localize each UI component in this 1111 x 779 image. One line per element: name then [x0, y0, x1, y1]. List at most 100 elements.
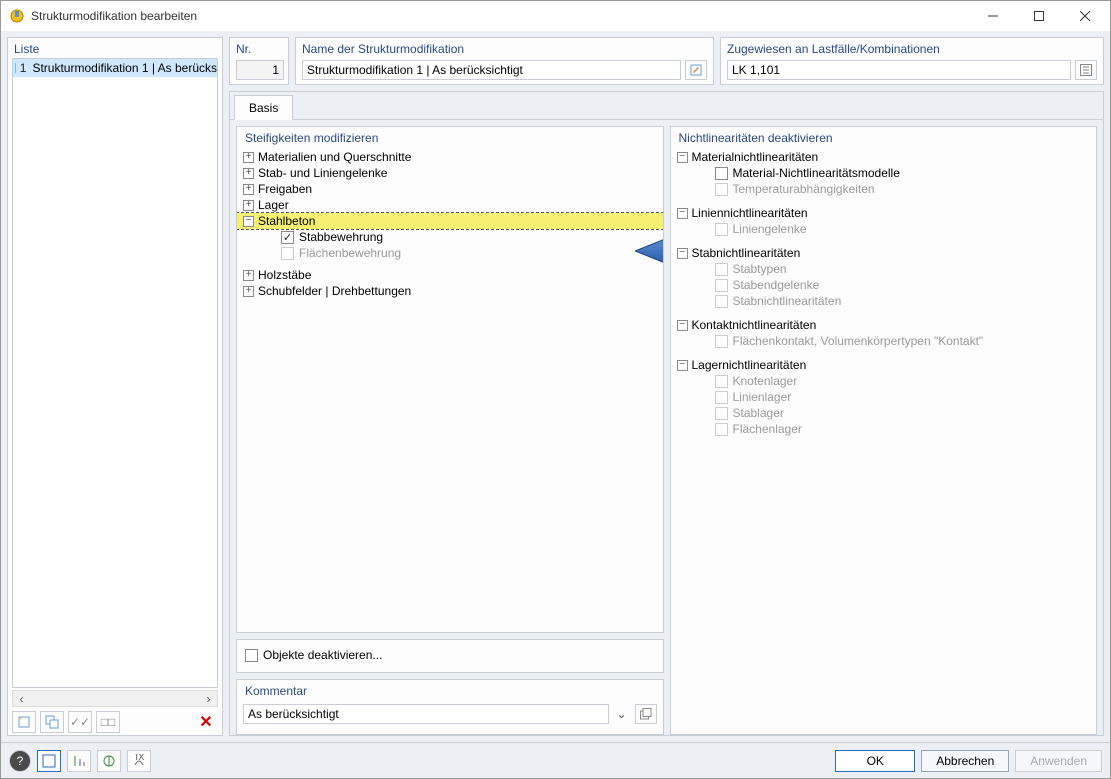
stiffness-group: Steifigkeiten modifizieren +Materialien … [236, 126, 664, 633]
checkbox-obj-deactivate[interactable] [245, 649, 258, 662]
expand-icon[interactable]: + [243, 200, 254, 211]
tree-item-contact-surf: Flächenkontakt, Volumenkörpertypen "Kont… [733, 334, 984, 348]
list-item-color-icon [15, 63, 16, 73]
expand-icon[interactable]: + [243, 286, 254, 297]
assigned-input[interactable] [727, 60, 1071, 80]
collapse-icon[interactable]: − [243, 216, 254, 227]
obj-deactivate-group: Objekte deaktivieren... [236, 639, 664, 673]
tree-item-material-nl[interactable]: Materialnichtlinearitäten [692, 150, 819, 164]
comment-dropdown-icon[interactable]: ⌄ [613, 707, 631, 721]
collapse-icon[interactable]: − [677, 152, 688, 163]
copy-button[interactable] [40, 711, 64, 733]
tabstrip: Basis [230, 92, 1103, 120]
ok-button[interactable]: OK [835, 750, 915, 772]
expand-icon[interactable]: + [243, 184, 254, 195]
collapse-icon[interactable]: − [677, 208, 688, 219]
obj-deactivate-label: Objekte deaktivieren... [263, 648, 382, 662]
tree-item-material-models[interactable]: Material-Nichtlinearitätsmodelle [733, 166, 900, 180]
name-panel: Name der Strukturmodifikation [295, 37, 714, 85]
tab-basis[interactable]: Basis [234, 95, 293, 120]
scroll-right-icon[interactable]: › [200, 692, 217, 706]
collapse-icon[interactable]: − [677, 320, 688, 331]
nonlinearity-title: Nichtlinearitäten deaktivieren [671, 129, 1097, 149]
list-item[interactable]: 1 Strukturmodifikation 1 | As berücks [13, 59, 217, 77]
assigned-label: Zugewiesen an Lastfälle/Kombinationen [721, 38, 1103, 58]
list-panel: Liste 1 Strukturmodifikation 1 | As berü… [7, 37, 223, 736]
checkbox-material-models[interactable] [715, 167, 728, 180]
svg-text:fx: fx [135, 754, 144, 763]
dialog-footer: ? fx OK Abbrechen Anwenden [1, 742, 1110, 778]
checkbox-member-types [715, 263, 728, 276]
comment-pick-button[interactable] [635, 704, 657, 724]
tree-item-member-nl[interactable]: Stabnichtlinearitäten [692, 246, 801, 260]
number-input[interactable] [236, 60, 284, 80]
list-hscrollbar[interactable]: ‹ › [12, 690, 218, 707]
tree-item-line-hinges: Liniengelenke [733, 222, 807, 236]
stiffness-tree[interactable]: + Materialien und Querschnitte + Stab- und… [237, 149, 663, 299]
collapse-icon[interactable]: − [677, 360, 688, 371]
expand-icon[interactable]: + [243, 168, 254, 179]
name-input[interactable] [302, 60, 681, 80]
checkbox-temp-dep [715, 183, 728, 196]
footer-icon-2[interactable] [67, 750, 91, 772]
nonlinearity-tree[interactable]: −Materialnichtlinearitäten Material-Nich… [671, 149, 1097, 437]
tree-item-contact-nl[interactable]: Kontaktnichtlinearitäten [692, 318, 817, 332]
tree-item-support-member: Stablager [733, 406, 784, 420]
close-button[interactable] [1062, 1, 1108, 31]
tree-item-materials[interactable]: Materialien und Querschnitte [258, 150, 411, 164]
scroll-left-icon[interactable]: ‹ [13, 692, 30, 706]
minimize-button[interactable] [970, 1, 1016, 31]
comment-group: Kommentar ⌄ [236, 679, 664, 735]
uncheck-all-button[interactable]: □□ [96, 711, 120, 733]
number-label: Nr. [230, 38, 288, 58]
checkbox-support-surf [715, 423, 728, 436]
check-all-button[interactable]: ✓✓ [68, 711, 92, 733]
tree-item-member-nl2: Stabnichtlinearitäten [733, 294, 842, 308]
checkbox-member-nl [715, 295, 728, 308]
tree-item-support-nl[interactable]: Lagernichtlinearitäten [692, 358, 807, 372]
window-title: Strukturmodifikation bearbeiten [31, 9, 970, 23]
tree-item-support-surf: Flächenlager [733, 422, 802, 436]
new-button[interactable] [12, 711, 36, 733]
collapse-icon[interactable]: − [677, 248, 688, 259]
assigned-pick-button[interactable] [1075, 60, 1097, 80]
tree-item-concrete[interactable]: Stahlbeton [258, 214, 663, 228]
footer-icon-3[interactable] [97, 750, 121, 772]
checkbox-support-member [715, 407, 728, 420]
tree-item-shear[interactable]: Schubfelder | Drehbettungen [258, 284, 411, 298]
list-label: Liste [8, 38, 222, 58]
expand-icon[interactable]: + [243, 152, 254, 163]
comment-label: Kommentar [237, 682, 663, 702]
tree-item-member-types: Stabtypen [733, 262, 787, 276]
tree-item-timber[interactable]: Holzstäbe [258, 268, 311, 282]
tree-item-bar-reinforcement[interactable]: Stabbewehrung [299, 230, 383, 244]
titlebar: Strukturmodifikation bearbeiten [1, 1, 1110, 31]
expand-icon[interactable]: + [243, 270, 254, 281]
tree-item-temp-dep: Temperaturabhängigkeiten [733, 182, 875, 196]
checkbox-contact-surf [715, 335, 728, 348]
tree-item-releases[interactable]: Freigaben [258, 182, 312, 196]
number-panel: Nr. [229, 37, 289, 85]
cancel-button[interactable]: Abbrechen [921, 750, 1009, 772]
checkbox-bar-reinforcement[interactable]: ✓ [281, 231, 294, 244]
tree-item-line-nl[interactable]: Liniennichtlinearitäten [692, 206, 808, 220]
help-button[interactable]: ? [9, 750, 31, 772]
assigned-panel: Zugewiesen an Lastfälle/Kombinationen [720, 37, 1104, 85]
checkbox-surface-reinforcement [281, 247, 294, 260]
tree-item-supports[interactable]: Lager [258, 198, 289, 212]
checkbox-line-hinges [715, 223, 728, 236]
tree-item-surface-reinforcement: Flächenbewehrung [299, 246, 401, 260]
footer-icon-4[interactable]: fx [127, 750, 151, 772]
tree-item-hinges[interactable]: Stab- und Liniengelenke [258, 166, 387, 180]
apply-button: Anwenden [1015, 750, 1102, 772]
edit-name-button[interactable] [685, 60, 707, 80]
list-box[interactable]: 1 Strukturmodifikation 1 | As berücks [12, 58, 218, 688]
comment-input[interactable] [243, 704, 609, 724]
name-label: Name der Strukturmodifikation [296, 38, 713, 58]
footer-icon-1[interactable] [37, 750, 61, 772]
list-item-text: Strukturmodifikation 1 | As berücks [32, 61, 217, 75]
delete-button[interactable]: ✕ [194, 711, 218, 733]
nonlinearity-group: Nichtlinearitäten deaktivieren −Material… [670, 126, 1098, 735]
list-toolbar: ✓✓ □□ ✕ [8, 707, 222, 735]
maximize-button[interactable] [1016, 1, 1062, 31]
